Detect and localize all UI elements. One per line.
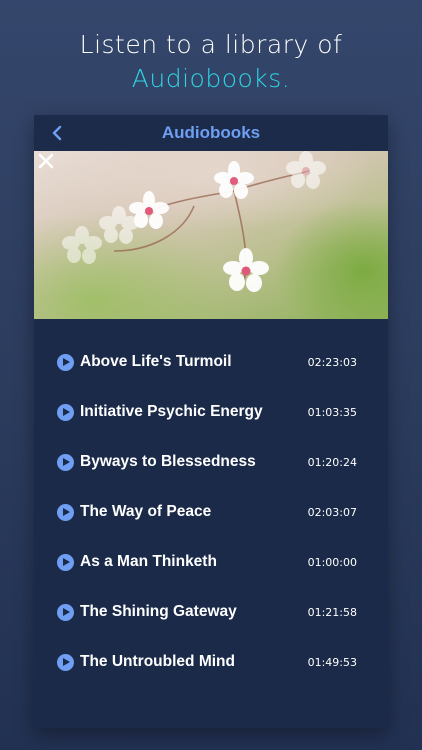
carousel-next-icon[interactable] xyxy=(34,151,52,171)
list-item[interactable]: The Shining Gateway 01:21:58 xyxy=(34,587,388,637)
book-duration: 01:49:53 xyxy=(307,655,357,669)
book-title: The Untroubled Mind xyxy=(80,653,235,670)
promo-headline: Listen to a library of Audiobooks. xyxy=(0,28,422,96)
book-duration: 02:03:07 xyxy=(307,505,357,519)
play-icon[interactable] xyxy=(57,553,74,571)
headline-line-2: Audiobooks. xyxy=(131,64,291,93)
headline-line-1: Listen to a library of xyxy=(79,30,343,59)
list-item[interactable]: Above Life's Turmoil 02:23:03 xyxy=(34,337,388,387)
list-item[interactable]: Initiative Psychic Energy 01:03:35 xyxy=(34,387,388,437)
book-duration: 01:00:00 xyxy=(307,555,357,569)
list-item[interactable]: The Untroubled Mind 01:49:53 xyxy=(34,637,388,687)
play-icon[interactable] xyxy=(57,603,74,621)
panel-title: Audiobooks xyxy=(161,123,261,142)
flower-image xyxy=(62,151,326,292)
audiobook-list: Above Life's Turmoil 02:23:03 Initiative… xyxy=(34,337,388,687)
play-icon[interactable] xyxy=(57,503,74,521)
play-icon[interactable] xyxy=(57,653,74,671)
book-title: Initiative Psychic Energy xyxy=(80,403,263,420)
book-title: Byways to Blessedness xyxy=(80,453,256,470)
book-title: The Way of Peace xyxy=(80,503,212,520)
play-icon[interactable] xyxy=(57,353,74,371)
list-item[interactable]: As a Man Thinketh 01:00:00 xyxy=(34,537,388,587)
book-duration: 02:23:03 xyxy=(307,355,357,369)
audiobooks-panel: Audiobooks Above Life's Turmoil 02:23:03… xyxy=(34,115,388,728)
book-title: Above Life's Turmoil xyxy=(80,353,232,370)
book-duration: 01:20:24 xyxy=(307,455,357,469)
play-icon[interactable] xyxy=(57,453,74,471)
play-icon[interactable] xyxy=(57,403,74,421)
list-item[interactable]: Byways to Blessedness 01:20:24 xyxy=(34,437,388,487)
hero-image-carousel[interactable] xyxy=(34,151,388,319)
book-title: The Shining Gateway xyxy=(80,603,237,620)
book-duration: 01:03:35 xyxy=(307,405,357,419)
book-duration: 01:21:58 xyxy=(307,605,357,619)
list-item[interactable]: The Way of Peace 02:03:07 xyxy=(34,487,388,537)
panel-header: Audiobooks xyxy=(34,115,388,151)
book-title: As a Man Thinketh xyxy=(80,553,217,570)
